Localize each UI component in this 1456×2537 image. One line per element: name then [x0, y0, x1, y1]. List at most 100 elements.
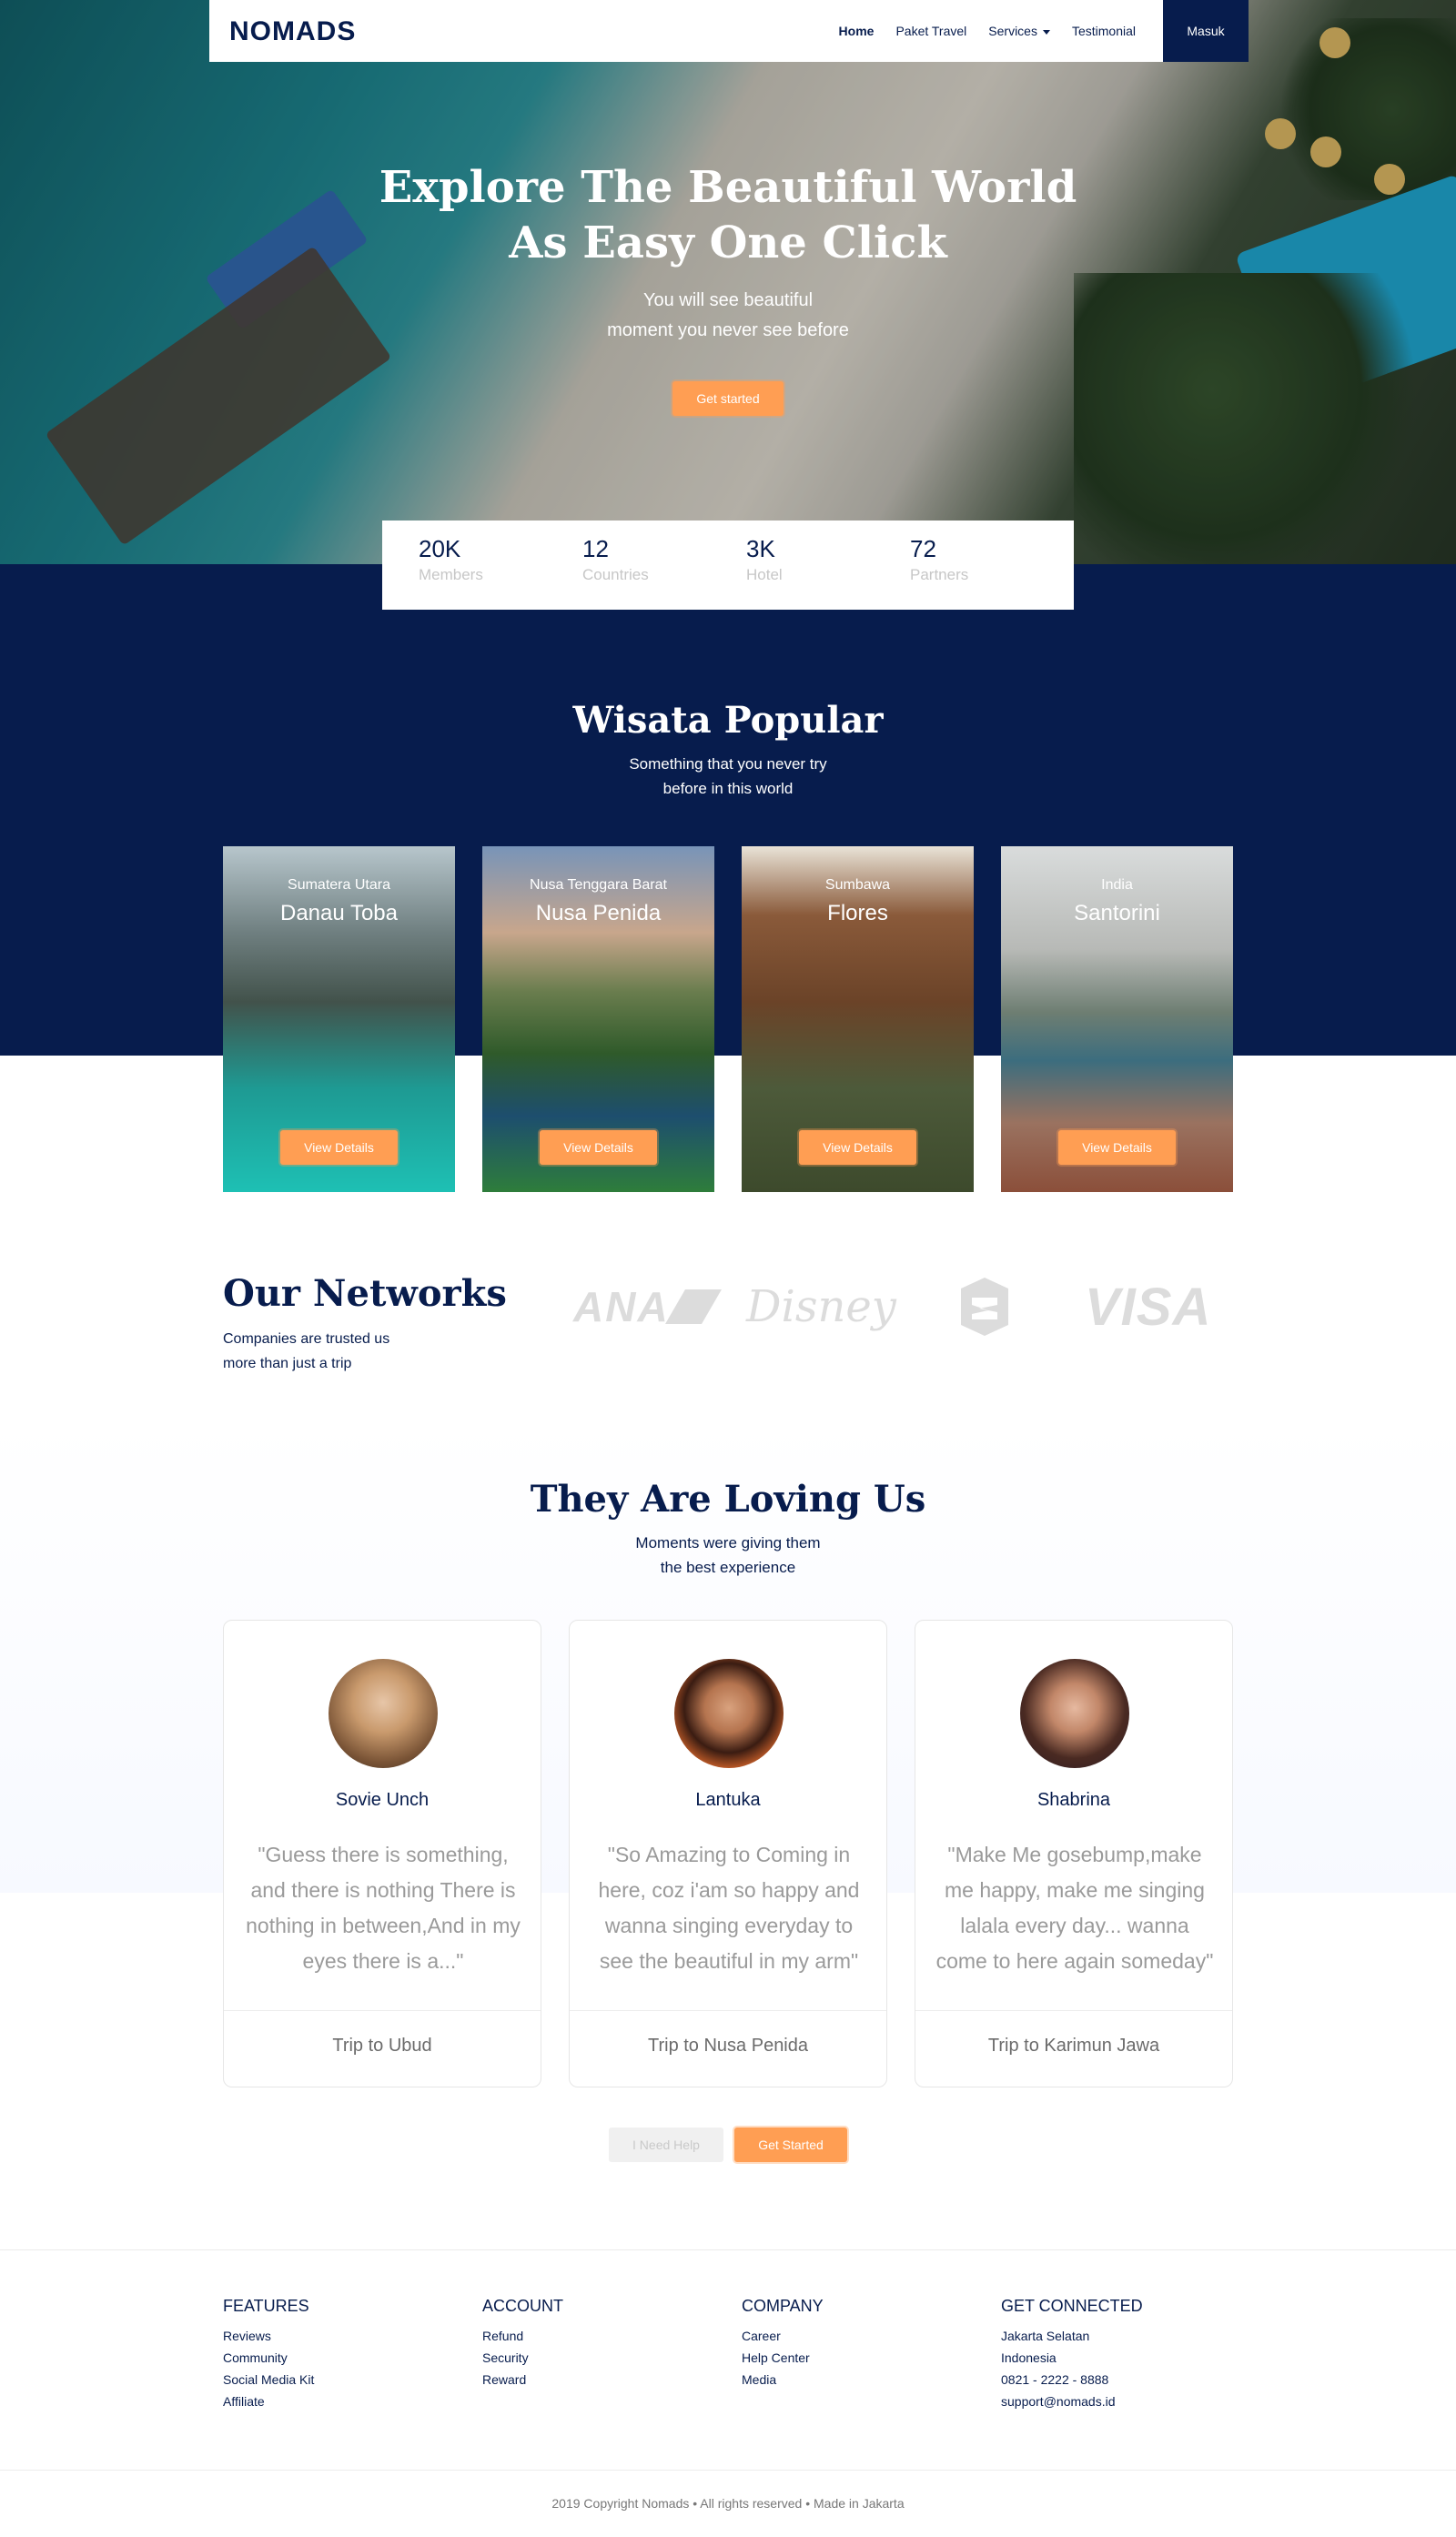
- stat-value: 12: [582, 535, 609, 562]
- footer-column-company: COMPANY Career Help Center Media: [742, 2297, 824, 2390]
- testimonial-quote: "So Amazing to Coming in here, coz i'am …: [598, 1843, 860, 1973]
- destination-card[interactable]: Nusa Tenggara Barat Nusa Penida View Det…: [482, 846, 714, 1192]
- footer-column-account: ACCOUNT Refund Security Reward: [482, 2297, 563, 2390]
- navbar: NOMADS Home Paket Travel Services Testim…: [209, 0, 1249, 62]
- destination-card[interactable]: Sumbawa Flores View Details: [742, 846, 974, 1192]
- footer-column-features: FEATURES Reviews Community Social Media …: [223, 2297, 314, 2412]
- avatar: [1020, 1659, 1129, 1768]
- footer-heading: ACCOUNT: [482, 2297, 563, 2315]
- hero-subtitle-line2: moment you never see before: [607, 320, 849, 340]
- hero-title: Explore The Beautiful World As Easy One …: [0, 160, 1456, 271]
- nav-testimonial[interactable]: Testimonial: [1072, 24, 1136, 38]
- card-name: Flores: [827, 901, 888, 925]
- testimonial-card: Shabrina "Make Me gosebump,make me happy…: [915, 1620, 1233, 2087]
- stat-label: Hotel: [746, 566, 783, 583]
- testimonial-name: Lantuka: [695, 1790, 761, 1810]
- card-name: Santorini: [1074, 901, 1160, 925]
- card-name: Danau Toba: [280, 901, 398, 925]
- footer-contact: Indonesia: [1001, 2350, 1057, 2365]
- visa-logo: VISA: [1085, 1277, 1212, 1337]
- stats-bar: 20K Members 12 Countries 3K Hotel 72 Partner…: [382, 521, 1074, 610]
- popular-title: Wisata Popular: [572, 699, 884, 742]
- nav-services-label: Services: [988, 24, 1037, 38]
- destination-card[interactable]: Sumatera Utara Danau Toba View Details: [223, 846, 455, 1192]
- testimonial-name: Shabrina: [1036, 1790, 1111, 1810]
- nav-paket-travel[interactable]: Paket Travel: [895, 24, 966, 38]
- footer-heading: FEATURES: [223, 2297, 309, 2315]
- stat-label: Countries: [582, 566, 649, 583]
- testimonial-quote: "Make Me gosebump,make me happy, make me…: [935, 1843, 1214, 1973]
- login-button[interactable]: Masuk: [1163, 0, 1249, 62]
- card-name: Nusa Penida: [535, 901, 662, 925]
- footer-link[interactable]: Community: [223, 2347, 314, 2369]
- networks-title: Our Networks: [223, 1272, 507, 1315]
- view-details-button[interactable]: View Details: [1058, 1130, 1176, 1165]
- footer-link[interactable]: Security: [482, 2347, 563, 2369]
- chevron-down-icon: [1042, 29, 1050, 35]
- footer-link[interactable]: Social Media Kit: [223, 2369, 314, 2390]
- footer-link[interactable]: Help Center: [742, 2347, 824, 2369]
- ana-logo-text: ANA: [573, 1283, 670, 1330]
- stat-item: 20K Members: [419, 521, 582, 610]
- hero-subtitle-line1: You will see beautiful: [642, 290, 814, 310]
- card-province: Sumatera Utara: [288, 877, 390, 893]
- footer-divider: [0, 2249, 1456, 2250]
- footer-link[interactable]: Career: [742, 2325, 824, 2347]
- copyright: 2019 Copyright Nomads • All rights reser…: [551, 2496, 905, 2511]
- stat-item: 12 Countries: [582, 521, 746, 610]
- stat-label: Partners: [910, 566, 969, 583]
- footer-contact: Jakarta Selatan: [1001, 2329, 1090, 2343]
- stat-value: 72: [910, 535, 936, 562]
- stat-value: 3K: [746, 535, 775, 562]
- footer-link[interactable]: Refund: [482, 2325, 563, 2347]
- testimonial-quote: "Guess there is something, and there is …: [246, 1843, 521, 1973]
- card-province: Nusa Tenggara Barat: [530, 877, 667, 893]
- view-details-button[interactable]: View Details: [540, 1130, 657, 1165]
- hero-subtitle: You will see beautiful moment you never …: [0, 286, 1456, 346]
- nav-home[interactable]: Home: [839, 24, 875, 38]
- footer-link[interactable]: Reward: [482, 2369, 563, 2390]
- networks-subtitle: Companies are trusted us more than just …: [223, 1327, 389, 1376]
- testimonial-trip: Trip to Karimun Jawa: [987, 2036, 1160, 2056]
- testimonial-card: Lantuka "So Amazing to Coming in here, c…: [569, 1620, 887, 2087]
- networks-subtitle-line2: more than just a trip: [223, 1356, 352, 1371]
- avatar: [329, 1659, 438, 1768]
- testimonial-name: Sovie Unch: [335, 1790, 430, 1810]
- disney-logo: Disney: [746, 1281, 896, 1332]
- view-details-button[interactable]: View Details: [280, 1130, 398, 1165]
- networks-subtitle-line1: Companies are trusted us: [223, 1331, 390, 1347]
- popular-subtitle: Something that you never try before in t…: [0, 752, 1456, 801]
- avatar: [674, 1659, 784, 1768]
- footer-column-connected: GET CONNECTED Jakarta Selatan Indonesia …: [1001, 2297, 1143, 2412]
- testimonial-trip: Trip to Ubud: [332, 2036, 432, 2056]
- destination-card[interactable]: India Santorini View Details: [1001, 846, 1233, 1192]
- stat-item: 3K Hotel: [746, 521, 910, 610]
- stat-item: 72 Partners: [910, 521, 1074, 610]
- stat-label: Members: [419, 566, 483, 583]
- footer-contact: 0821 - 2222 - 8888: [1001, 2372, 1109, 2387]
- ana-logo: ANA: [573, 1270, 722, 1343]
- divider: [224, 2010, 541, 2011]
- footer-heading: GET CONNECTED: [1001, 2297, 1143, 2315]
- testimonial-cards: Sovie Unch "Guess there is something, an…: [223, 1620, 1233, 2087]
- nav-services[interactable]: Services: [988, 24, 1050, 38]
- nav-links: Home Paket Travel Services Testimonial: [839, 0, 1136, 62]
- hero-title-line2: As Easy One Click: [509, 217, 947, 268]
- footer-divider: [0, 2470, 1456, 2471]
- testimonial-card: Sovie Unch "Guess there is something, an…: [223, 1620, 541, 2087]
- footer-contact[interactable]: support@nomads.id: [1001, 2390, 1143, 2412]
- get-started-bottom-button[interactable]: Get Started: [734, 2128, 847, 2162]
- footer-link[interactable]: Affiliate: [223, 2390, 314, 2412]
- need-help-button[interactable]: I Need Help: [609, 2128, 723, 2162]
- get-started-button[interactable]: Get started: [672, 381, 784, 416]
- hero-section: Explore The Beautiful World As Easy One …: [0, 0, 1456, 564]
- logo[interactable]: NOMADS: [229, 16, 356, 47]
- hero-overlay: [0, 0, 1456, 564]
- ana-stripe-icon: [664, 1289, 722, 1324]
- footer-link[interactable]: Reviews: [223, 2325, 314, 2347]
- view-details-button[interactable]: View Details: [799, 1130, 916, 1165]
- footer-heading: COMPANY: [742, 2297, 824, 2315]
- footer-link[interactable]: Media: [742, 2369, 824, 2390]
- hero-title-line1: Explore The Beautiful World: [379, 162, 1077, 213]
- testimonial-subtitle-line1: Moments were giving them: [635, 1534, 821, 1552]
